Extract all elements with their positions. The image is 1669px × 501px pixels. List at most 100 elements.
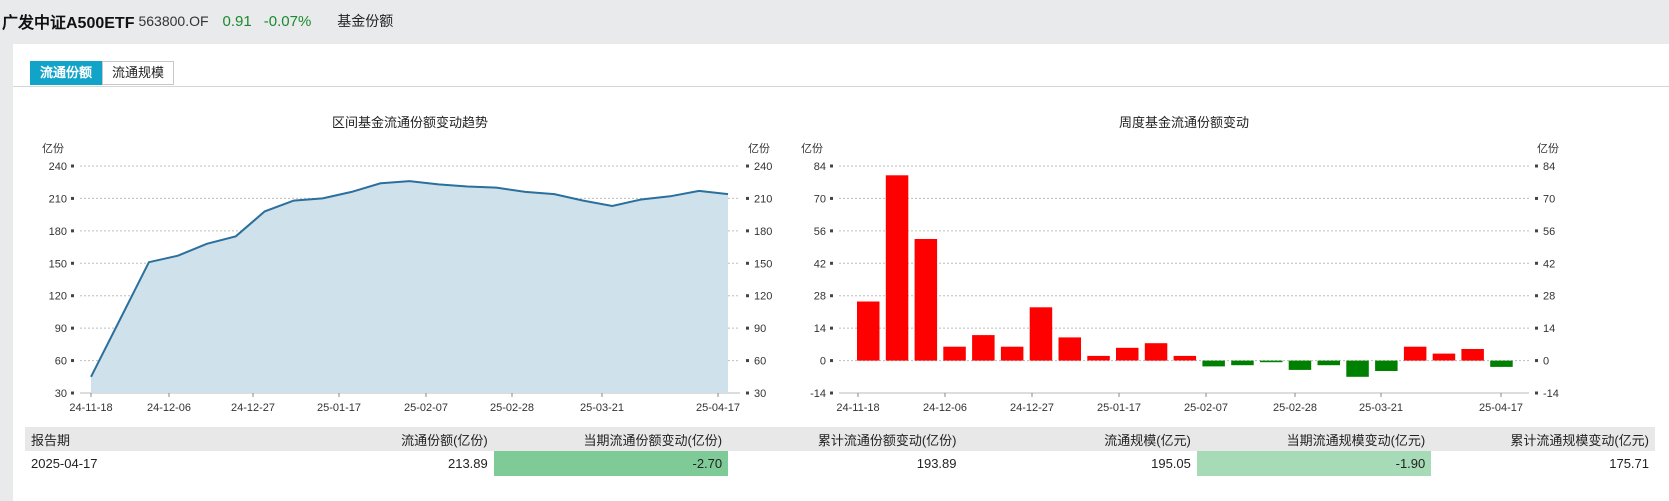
fund-name: 广发中证A500ETF (2, 15, 135, 32)
trend-y-unit-right: 亿份 (748, 142, 770, 155)
col-header-period-share-change: 当期流通份额变动(亿份) (493, 427, 729, 451)
weekly-tick-mark-left (830, 164, 833, 168)
weekly-bar (885, 175, 909, 361)
trend-y-tick-left: 120 (49, 291, 67, 303)
weekly-bar (1087, 355, 1110, 361)
weekly-bar (1317, 360, 1340, 366)
weekly-bar (1260, 360, 1283, 363)
weekly-x-tick-label: 24-12-27 (1010, 402, 1054, 414)
trend-y-unit-left: 亿份 (42, 142, 64, 155)
content-panel: 流通份额 流通规模 区间基金流通份额变动趋势 亿份 亿份 30 30 60 60 90 90 12… (13, 44, 1669, 501)
col-header-period: 报告期 (25, 427, 185, 451)
cell-period-share-change: -2.70 (493, 451, 729, 476)
col-header-scale: 流通规模(亿元) (962, 427, 1197, 451)
table-header-row: 报告期 流通份额(亿份) 当期流通份额变动(亿份) 累计流通份额变动(亿份) 流… (25, 427, 1655, 451)
trend-x-tick-label: 25-03-21 (580, 402, 624, 414)
weekly-tick-mark-right (1535, 261, 1538, 265)
trend-y-tick-left: 30 (55, 388, 67, 400)
trend-tick-mark-right (746, 261, 749, 265)
weekly-y-tick-left: 14 (814, 323, 826, 335)
trend-x-tick-label: 25-04-17 (696, 402, 740, 414)
weekly-y-tick-left: -14 (810, 388, 826, 400)
trend-tick-mark-left (71, 326, 74, 330)
weekly-bar (1346, 360, 1369, 377)
weekly-tick-mark-left (830, 391, 833, 395)
trend-x-tick-label: 24-12-06 (147, 402, 191, 414)
weekly-bar (1000, 346, 1024, 361)
weekly-bar (943, 346, 966, 361)
weekly-x-tick-label: 25-03-21 (1359, 402, 1403, 414)
trend-y-tick-left: 210 (49, 193, 67, 205)
trend-tick-mark-left (71, 164, 74, 168)
weekly-tick-mark-left (830, 229, 833, 233)
trend-tick-mark-right (746, 164, 749, 168)
weekly-tick-mark-left (830, 359, 833, 363)
weekly-y-tick-left: 42 (814, 258, 826, 270)
trend-y-tick-right: 180 (754, 226, 772, 238)
weekly-bar (1490, 360, 1513, 367)
trend-tick-mark-right (746, 229, 749, 233)
fund-code: 563800.OF (138, 13, 209, 29)
weekly-bar (1116, 347, 1139, 361)
weekly-y-tick-left: 0 (820, 356, 826, 368)
weekly-bar (1461, 349, 1484, 361)
weekly-chart-title: 周度基金流通份额变动 (1119, 115, 1249, 130)
weekly-y-tick-right: 42 (1543, 258, 1555, 270)
col-header-cum-share-change: 累计流通份额变动(亿份) (728, 427, 963, 451)
weekly-tick-mark-right (1535, 391, 1538, 395)
trend-y-tick-right: 120 (754, 291, 772, 303)
trend-y-tick-right: 240 (754, 161, 772, 173)
trend-y-tick-right: 30 (754, 388, 766, 400)
section-title[interactable]: 基金份额 (337, 11, 393, 31)
data-table: 报告期 流通份额(亿份) 当期流通份额变动(亿份) 累计流通份额变动(亿份) 流… (25, 427, 1655, 476)
weekly-tick-mark-left (830, 261, 833, 265)
weekly-y-tick-left: 70 (814, 193, 826, 205)
trend-tick-mark-right (746, 196, 749, 200)
weekly-tick-mark-left (830, 196, 833, 200)
weekly-y-tick-right: 28 (1543, 291, 1555, 303)
trend-chart-title: 区间基金流通份额变动趋势 (332, 115, 488, 130)
weekly-bar (1375, 360, 1398, 371)
weekly-x-tick-label: 25-01-17 (1097, 402, 1141, 414)
col-header-cum-scale-change: 累计流通规模变动(亿元) (1431, 427, 1655, 451)
weekly-tick-mark-left (830, 326, 833, 330)
weekly-tick-mark-right (1535, 359, 1538, 363)
trend-y-tick-left: 60 (55, 356, 67, 368)
trend-tick-mark-left (71, 261, 74, 265)
weekly-y-tick-left: 28 (814, 291, 826, 303)
trend-tick-mark-right (746, 359, 749, 363)
weekly-bar (1403, 346, 1427, 361)
table-row: 2025-04-17 213.89 -2.70 193.89 195.05 -1… (25, 451, 1655, 476)
trend-tick-mark-left (71, 229, 74, 233)
weekly-bar (1202, 360, 1225, 367)
weekly-bar (1058, 337, 1081, 361)
trend-y-tick-right: 60 (754, 356, 766, 368)
trend-y-tick-right: 150 (754, 258, 772, 270)
trend-tick-mark-left (71, 196, 74, 200)
weekly-bar (1173, 355, 1197, 361)
weekly-bar (1432, 353, 1456, 361)
trend-tick-mark-right (746, 294, 749, 298)
trend-y-tick-left: 90 (55, 323, 67, 335)
weekly-y-tick-left: 56 (814, 226, 826, 238)
weekly-x-tick-label: 25-02-28 (1273, 402, 1317, 414)
trend-tick-mark-right (746, 326, 749, 330)
weekly-tick-mark-left (830, 294, 833, 298)
weekly-bar (1231, 360, 1254, 366)
trend-x-tick-label: 24-12-27 (231, 402, 275, 414)
weekly-tick-mark-right (1535, 196, 1538, 200)
trend-tick-mark-left (71, 294, 74, 298)
weekly-tick-mark-right (1535, 326, 1538, 330)
weekly-y-tick-right: 14 (1543, 323, 1555, 335)
charts-canvas: 区间基金流通份额变动趋势亿份 亿份 30 30 60 60 90 90 120 120 150 150… (42, 115, 1559, 414)
weekly-x-tick-label: 24-12-06 (923, 402, 967, 414)
weekly-bar (972, 335, 995, 361)
trend-x-tick-label: 25-02-07 (404, 402, 448, 414)
weekly-x-tick-label: 25-02-07 (1184, 402, 1228, 414)
weekly-y-unit-left: 亿份 (801, 142, 823, 155)
weekly-x-tick-label: 24-11-18 (836, 402, 879, 414)
weekly-bar (857, 301, 880, 361)
col-header-period-scale-change: 当期流通规模变动(亿元) (1196, 427, 1432, 451)
col-header-shares: 流通份额(亿份) (184, 427, 494, 451)
cell-period: 2025-04-17 (25, 451, 185, 476)
